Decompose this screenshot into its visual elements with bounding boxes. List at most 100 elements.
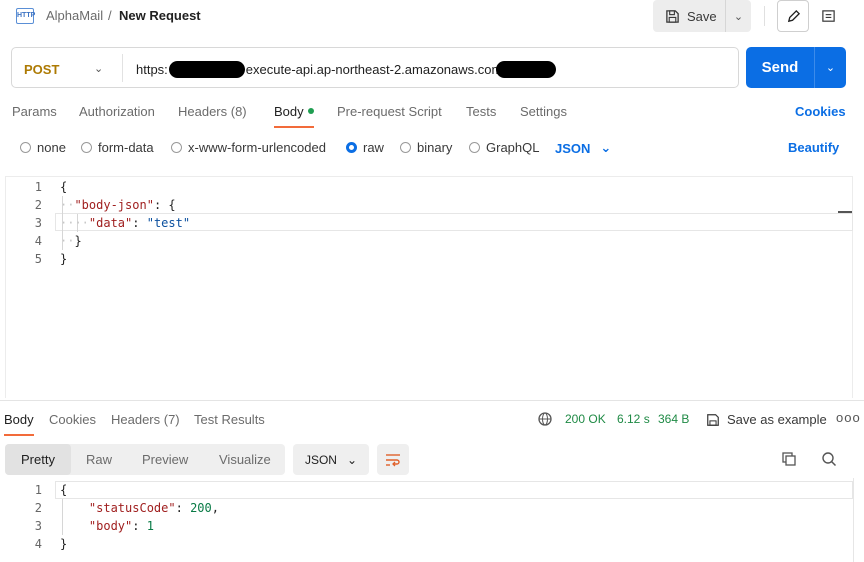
body-format-label: JSON bbox=[555, 140, 591, 156]
line-number: 3 bbox=[34, 519, 42, 533]
globe-icon[interactable] bbox=[537, 411, 553, 427]
radio-none[interactable]: none bbox=[20, 140, 66, 155]
line-number: 4 bbox=[34, 234, 42, 248]
radio-label: GraphQL bbox=[486, 140, 540, 155]
response-tab-cookies[interactable]: Cookies bbox=[49, 412, 96, 427]
radio-label: form-data bbox=[98, 140, 154, 155]
pane-resize-handle[interactable] bbox=[0, 400, 864, 401]
line-number: 4 bbox=[34, 537, 42, 551]
json-punct: } bbox=[74, 234, 82, 248]
breadcrumb-separator: / bbox=[108, 8, 112, 23]
status-code[interactable]: 200 OK bbox=[565, 412, 606, 426]
view-pretty[interactable]: Pretty bbox=[5, 444, 71, 475]
cookies-link[interactable]: Cookies bbox=[795, 104, 846, 119]
code-line: "body": 1 bbox=[60, 519, 154, 533]
save-as-example-label: Save as example bbox=[727, 412, 827, 427]
save-icon bbox=[666, 9, 679, 23]
active-tab-indicator bbox=[4, 434, 34, 436]
radio-circle-icon bbox=[469, 142, 480, 153]
chevron-down-icon[interactable]: ⌄ bbox=[815, 61, 846, 74]
json-key: "data" bbox=[88, 216, 133, 230]
save-label: Save bbox=[687, 8, 717, 24]
json-punct: : bbox=[175, 501, 191, 515]
radio-selected-icon bbox=[346, 142, 357, 153]
view-preview[interactable]: Preview bbox=[142, 444, 188, 475]
code-line: } bbox=[60, 252, 68, 266]
save-as-example-button[interactable]: Save as example bbox=[706, 412, 827, 427]
response-format-label: JSON bbox=[304, 452, 337, 467]
search-icon[interactable] bbox=[821, 451, 837, 467]
send-button[interactable]: Send bbox=[746, 59, 814, 76]
radio-form-data[interactable]: form-data bbox=[81, 140, 154, 155]
chevron-down-icon[interactable]: ⌄ bbox=[726, 10, 751, 23]
json-number: 200 bbox=[190, 501, 212, 515]
radio-label: x-www-form-urlencoded bbox=[188, 140, 326, 155]
line-number: 1 bbox=[34, 483, 42, 497]
json-string: "test" bbox=[146, 216, 191, 230]
copy-icon[interactable] bbox=[781, 451, 797, 467]
radio-label: raw bbox=[363, 140, 384, 155]
chevron-down-icon[interactable]: ⌄ bbox=[94, 62, 103, 75]
tab-pre-request-script[interactable]: Pre-request Script bbox=[337, 104, 442, 119]
body-format-select[interactable]: JSON ⌄ bbox=[555, 140, 611, 156]
tab-headers[interactable]: Headers (8) bbox=[178, 104, 247, 119]
radio-circle-icon bbox=[81, 142, 92, 153]
tab-params[interactable]: Params bbox=[12, 104, 57, 119]
code-line: ··"body-json": { bbox=[60, 198, 176, 212]
tab-settings[interactable]: Settings bbox=[520, 104, 567, 119]
edit-button[interactable] bbox=[777, 0, 809, 32]
radio-urlencoded[interactable]: x-www-form-urlencoded bbox=[171, 140, 326, 155]
response-size[interactable]: 364 B bbox=[658, 412, 689, 426]
radio-raw[interactable]: raw bbox=[346, 140, 384, 155]
json-punct: : bbox=[132, 519, 147, 533]
view-visualize[interactable]: Visualize bbox=[219, 444, 271, 475]
wrap-icon bbox=[386, 453, 400, 466]
response-format-select[interactable]: JSON ⌄ bbox=[293, 444, 369, 475]
scroll-cursor-marker bbox=[838, 211, 852, 213]
json-punct: , bbox=[211, 501, 219, 515]
response-tab-test-results[interactable]: Test Results bbox=[194, 412, 265, 427]
code-line: ··} bbox=[60, 234, 82, 248]
json-punct: : bbox=[132, 216, 147, 230]
response-tab-body[interactable]: Body bbox=[4, 412, 34, 427]
breadcrumb-workspace[interactable]: AlphaMail bbox=[46, 8, 103, 23]
json-key: "body" bbox=[88, 519, 133, 533]
save-icon bbox=[707, 413, 719, 426]
chevron-down-icon: ⌄ bbox=[600, 140, 612, 155]
page-title[interactable]: New Request bbox=[119, 8, 201, 23]
url-scheme: https: bbox=[136, 62, 168, 77]
more-options-icon[interactable]: ooo bbox=[836, 410, 861, 425]
tab-body[interactable]: Body bbox=[274, 104, 314, 119]
code-line: ····"data": "test" bbox=[60, 216, 190, 230]
save-button[interactable]: Save bbox=[653, 0, 725, 32]
radio-graphql[interactable]: GraphQL bbox=[469, 140, 539, 155]
active-line-highlight bbox=[55, 481, 853, 499]
pencil-icon bbox=[787, 9, 800, 22]
method-select[interactable]: POST bbox=[24, 62, 59, 77]
url-host: execute-api.ap-northeast-2.amazonaws.com bbox=[245, 62, 503, 77]
line-number: 1 bbox=[34, 180, 42, 194]
response-time[interactable]: 6.12 s bbox=[617, 412, 650, 426]
view-raw[interactable]: Raw bbox=[86, 444, 112, 475]
radio-circle-icon bbox=[171, 142, 182, 153]
comments-button[interactable] bbox=[812, 0, 844, 32]
tab-body-label: Body bbox=[274, 104, 304, 119]
chevron-down-icon: ⌄ bbox=[346, 452, 358, 467]
code-line: } bbox=[60, 537, 68, 551]
response-editor-edge bbox=[853, 478, 854, 562]
response-view-switcher: Pretty Raw Preview Visualize bbox=[5, 444, 285, 475]
radio-label: none bbox=[37, 140, 66, 155]
radio-binary[interactable]: binary bbox=[400, 140, 452, 155]
beautify-button[interactable]: Beautify bbox=[788, 140, 839, 155]
wrap-lines-button[interactable] bbox=[377, 444, 409, 475]
save-button-group: Save ⌄ bbox=[653, 0, 751, 32]
radio-circle-icon bbox=[400, 142, 411, 153]
tab-authorization[interactable]: Authorization bbox=[79, 104, 155, 119]
radio-circle-icon bbox=[20, 142, 31, 153]
tab-tests[interactable]: Tests bbox=[466, 104, 496, 119]
code-line: { bbox=[60, 483, 68, 497]
url-input[interactable]: https: execute-api.ap-northeast-2.amazon… bbox=[136, 61, 557, 78]
response-tab-headers[interactable]: Headers (7) bbox=[111, 412, 180, 427]
json-number: 1 bbox=[146, 519, 154, 533]
redacted-mark bbox=[168, 61, 245, 78]
